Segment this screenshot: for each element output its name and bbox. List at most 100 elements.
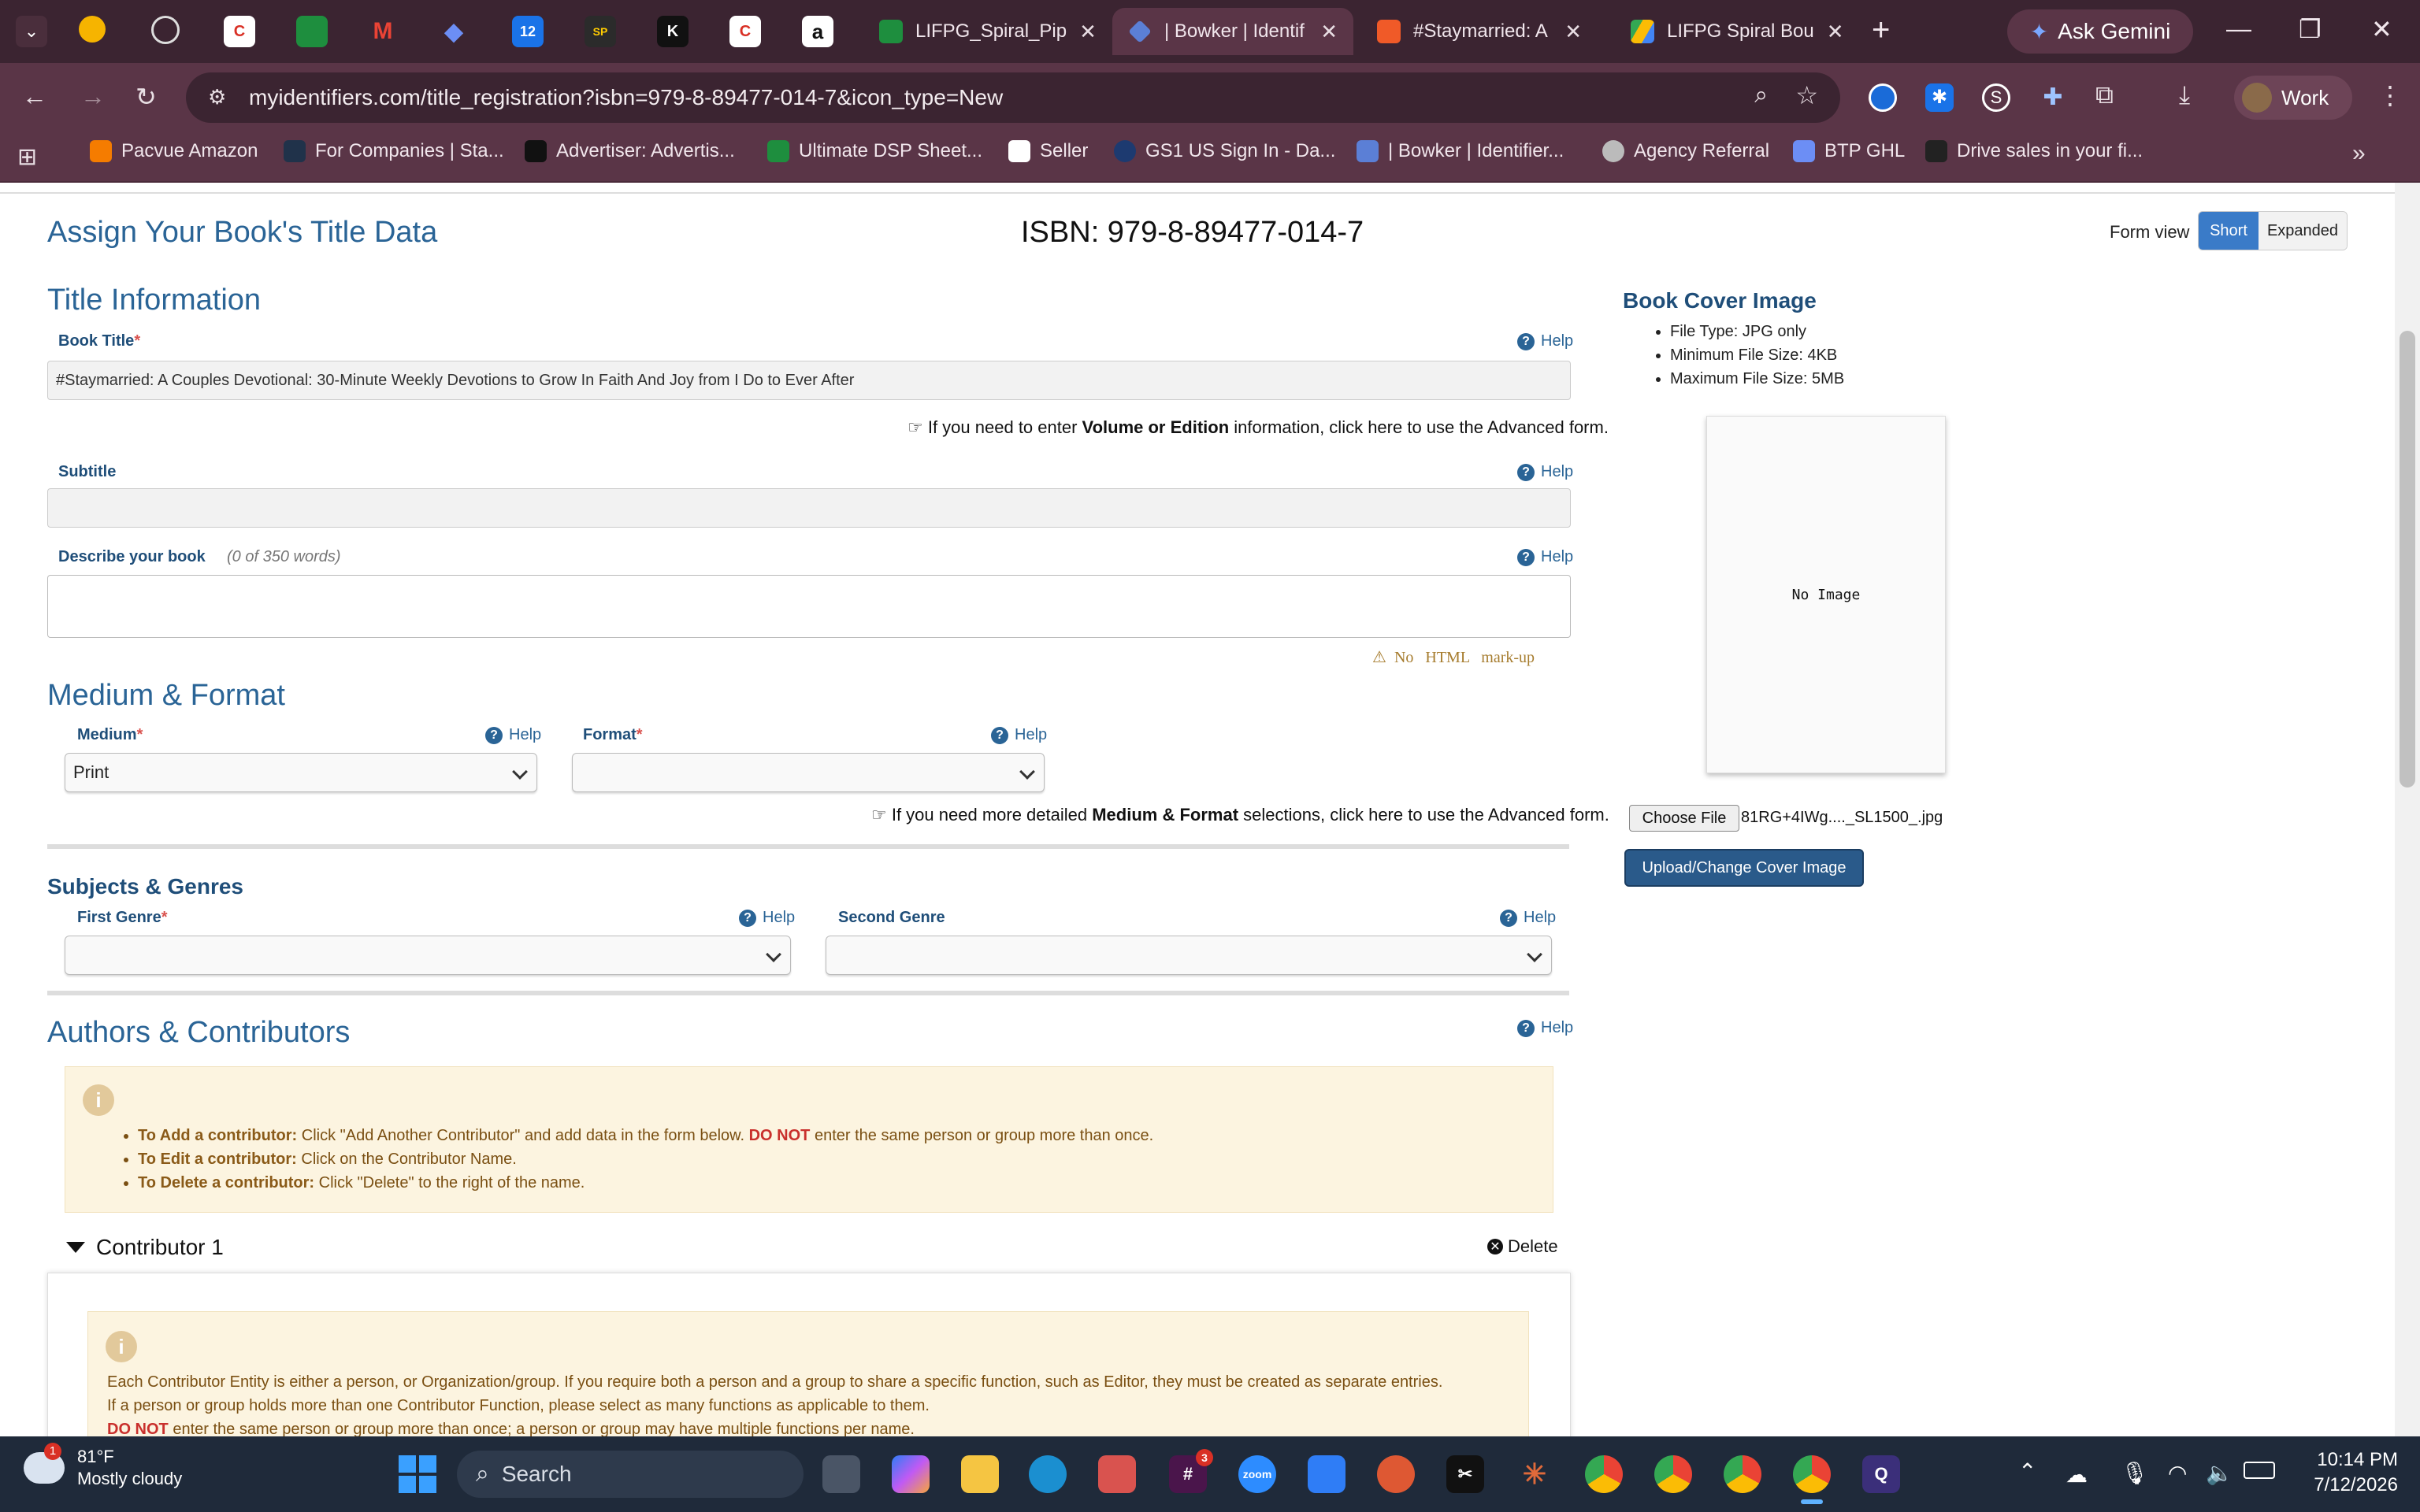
form-view-expanded-button[interactable]: Expanded [2259, 212, 2347, 250]
pinned-tab-k-icon[interactable]: K [657, 16, 689, 47]
pinned-tab-globe-icon[interactable] [151, 16, 180, 44]
store-icon[interactable] [1308, 1455, 1345, 1493]
bookmark-pacvue[interactable]: Pacvue Amazon [90, 140, 258, 162]
show-hidden-icons-chevron-icon[interactable]: ⌃ [2018, 1458, 2036, 1484]
weather-widget[interactable]: 1 81°F Mostly cloudy [24, 1443, 182, 1490]
close-window-icon[interactable]: ✕ [2371, 14, 2392, 44]
bookmark-gs1[interactable]: GS1 US Sign In - Da... [1114, 140, 1335, 162]
tab-bowker-identifiers[interactable]: | Bowker | Identif ✕ [1112, 8, 1353, 55]
form-view-short-button[interactable]: Short [2199, 212, 2259, 250]
bookmark-btp-ghl[interactable]: BTP GHL [1793, 140, 1905, 162]
first-genre-help-link[interactable]: ? Help [739, 909, 795, 927]
pinned-tab-calendar2-icon[interactable]: C [729, 16, 761, 47]
tab-lifpg-spiral-bound[interactable]: LIFPG Spiral Bou ✕ [1615, 8, 1843, 55]
close-tab-icon[interactable]: ✕ [1079, 20, 1097, 44]
chrome-active-icon[interactable] [1793, 1455, 1831, 1493]
extension-s-icon[interactable]: S [1982, 83, 2010, 112]
medium-select[interactable]: Print [65, 753, 537, 792]
format-help-link[interactable]: ? Help [991, 726, 1047, 744]
bookmark-bowker[interactable]: | Bowker | Identifier... [1357, 140, 1564, 162]
extensions-puzzle-icon[interactable]: ⧉ [2095, 80, 2114, 110]
describe-book-textarea[interactable] [47, 575, 1571, 638]
authors-help-link[interactable]: ? Help [1517, 1019, 1573, 1037]
edge-icon[interactable] [1029, 1455, 1067, 1493]
medium-help-link[interactable]: ? Help [485, 726, 541, 744]
restore-icon[interactable]: ❐ [2299, 14, 2322, 44]
book-title-help-link[interactable]: ? Help [1517, 332, 1573, 350]
more-bookmarks-chevron-icon[interactable]: » [2352, 140, 2366, 167]
wifi-icon[interactable]: ◠ [2168, 1460, 2187, 1486]
chrome-menu-icon[interactable]: ⋮ [2377, 80, 2403, 110]
tab-staymarried[interactable]: #Staymarried: A ✕ [1361, 8, 1598, 55]
pinned-tab-amazon-icon[interactable]: a [802, 16, 833, 47]
new-tab-plus-icon[interactable]: + [1872, 13, 1890, 48]
address-bar[interactable]: ⚙ myidentifiers.com/title_registration?i… [186, 72, 1840, 123]
onedrive-icon[interactable]: ☁ [2066, 1462, 2088, 1488]
scrollbar-thumb[interactable] [2400, 331, 2415, 788]
task-view-icon[interactable] [822, 1455, 860, 1493]
tab-search-button[interactable]: ⌄ [16, 16, 47, 47]
bookmark-seller[interactable]: Seller [1008, 140, 1088, 162]
contributor-1-toggle[interactable]: Contributor 1 [66, 1235, 224, 1260]
upload-cover-button[interactable]: Upload/Change Cover Image [1624, 849, 1864, 887]
contributor-delete-button[interactable]: ✕ Delete [1487, 1236, 1558, 1257]
extension-blue-icon[interactable]: ✚ [2039, 83, 2067, 112]
pinned-tab-diamond-icon[interactable]: ◆ [438, 16, 470, 47]
microphone-icon[interactable]: 🎙 [2121, 1460, 2149, 1486]
subtitle-input[interactable] [47, 488, 1571, 528]
second-genre-select[interactable] [826, 936, 1552, 975]
duckduckgo-icon[interactable] [1377, 1455, 1415, 1493]
reload-icon[interactable]: ↻ [135, 82, 157, 112]
pinned-tab-sp-icon[interactable]: SP [585, 16, 616, 47]
zoom-icon[interactable]: zoom [1238, 1455, 1276, 1493]
bookmark-drive-sales[interactable]: Drive sales in your fi... [1925, 140, 2143, 162]
choose-file-button[interactable]: Choose File [1629, 805, 1739, 832]
format-select[interactable] [572, 753, 1045, 792]
bookmark-agency-referral[interactable]: Agency Referral [1602, 140, 1769, 162]
file-explorer-icon[interactable] [961, 1455, 999, 1493]
battery-icon[interactable] [2244, 1462, 2275, 1479]
windows-start-icon[interactable] [399, 1455, 436, 1493]
ask-gemini-button[interactable]: ✦ Ask Gemini [2007, 9, 2193, 54]
app-q-icon[interactable]: Q [1862, 1455, 1900, 1493]
chrome-profile-2-icon[interactable] [1654, 1455, 1692, 1493]
capcut-icon[interactable]: ✂ [1446, 1455, 1484, 1493]
pinned-tab-twelve-icon[interactable]: 12 [512, 16, 544, 47]
snipping-tool-icon[interactable] [1098, 1455, 1136, 1493]
taskbar-search-box[interactable]: ⌕ Search [457, 1451, 804, 1498]
first-genre-select[interactable] [65, 936, 791, 975]
chrome-profile-3-icon[interactable] [1724, 1455, 1761, 1493]
advanced-form-hint-medium[interactable]: ☞ If you need more detailed Medium & For… [871, 805, 1609, 825]
describe-help-link[interactable]: ? Help [1517, 548, 1573, 566]
clock[interactable]: 10:14 PM 7/12/2026 [2297, 1447, 2398, 1498]
advanced-form-hint-volume[interactable]: ☞ If you need to enter Volume or Edition… [908, 417, 1609, 438]
bookmark-for-companies[interactable]: For Companies | Sta... [284, 140, 504, 162]
pinned-tab-sheets-icon[interactable] [296, 16, 328, 47]
site-info-icon[interactable]: ⚙ [208, 85, 226, 109]
profile-button[interactable]: Work [2234, 76, 2352, 120]
bookmark-advertiser[interactable]: Advertiser: Advertis... [525, 140, 735, 162]
onepassword-icon[interactable] [1869, 83, 1897, 112]
claude-icon[interactable]: ✳ [1516, 1455, 1553, 1493]
slack-icon[interactable]: #3 [1169, 1449, 1213, 1493]
extension-snowflake-icon[interactable]: ✱ [1925, 83, 1954, 112]
close-tab-icon[interactable]: ✕ [1564, 20, 1582, 44]
copilot-icon[interactable] [892, 1455, 930, 1493]
pinned-tab-gmail-icon[interactable]: M [367, 16, 399, 47]
zoom-icon[interactable]: ⌕ [1754, 82, 1768, 109]
apps-grid-icon[interactable]: ⊞ [17, 143, 37, 171]
second-genre-help-link[interactable]: ? Help [1500, 909, 1556, 927]
close-tab-icon[interactable]: ✕ [1827, 20, 1843, 44]
download-icon[interactable]: ⤓ [2179, 80, 2190, 110]
minimize-icon[interactable]: — [2226, 14, 2251, 43]
back-arrow-icon[interactable]: ← [22, 82, 47, 111]
volume-icon[interactable]: 🔈 [2206, 1460, 2233, 1486]
bookmark-dsp-sheet[interactable]: Ultimate DSP Sheet... [767, 140, 982, 162]
subtitle-help-link[interactable]: ? Help [1517, 463, 1573, 481]
bookmark-star-icon[interactable]: ☆ [1795, 80, 1818, 110]
tab-lifpg-spiral-pipeline[interactable]: LIFPG_Spiral_Pip ✕ [863, 8, 1108, 55]
book-title-input[interactable]: #Staymarried: A Couples Devotional: 30-M… [47, 361, 1571, 400]
chrome-icon[interactable] [1585, 1455, 1623, 1493]
forward-arrow-icon[interactable]: → [80, 82, 106, 111]
pinned-tab-calendar-icon[interactable]: C [224, 16, 255, 47]
